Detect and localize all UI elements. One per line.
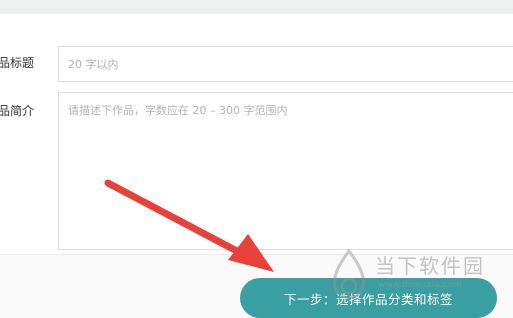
next-step-button[interactable]: 下一步：选择作品分类和标签 [240, 278, 497, 318]
intro-label: 品简介 [0, 104, 35, 118]
footer-divider [0, 254, 513, 255]
intro-textarea[interactable] [58, 92, 513, 250]
title-label: 品标题 [0, 56, 35, 70]
top-strip [0, 0, 513, 14]
title-input[interactable] [58, 46, 513, 82]
form-panel: 品标题 品简介 [0, 14, 513, 254]
